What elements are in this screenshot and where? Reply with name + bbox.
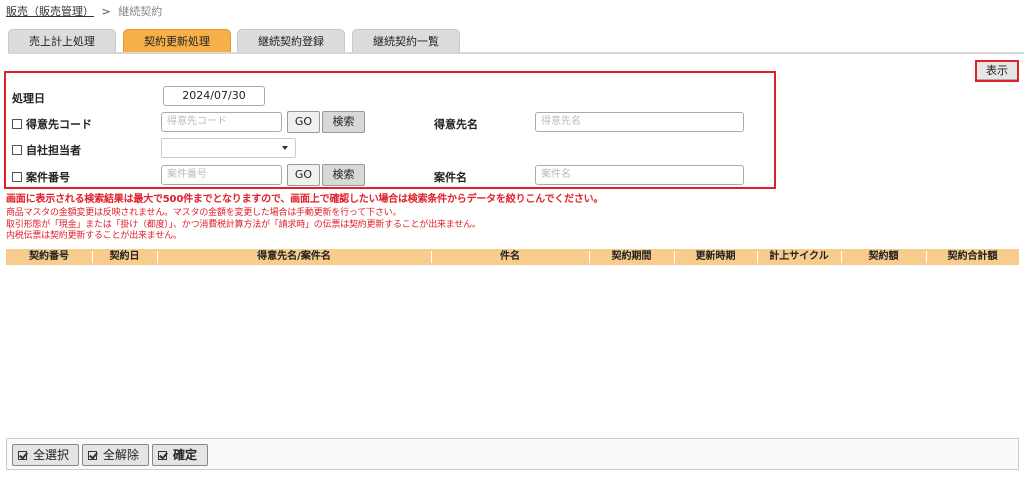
customer-name-label: 得意先名: [434, 118, 478, 131]
project-no-checkbox[interactable]: [12, 172, 22, 182]
column-header-posting-cycle: 計上サイクル: [769, 251, 829, 262]
checkbox-check-icon: [18, 451, 27, 460]
project-no-search-button[interactable]: 検索: [322, 164, 365, 186]
tab-continuous-contract-list[interactable]: 継続契約一覧: [352, 29, 460, 53]
breadcrumb-parent-link[interactable]: 販売（販売管理）: [6, 5, 94, 18]
staff-label: 自社担当者: [26, 144, 81, 157]
project-no-go-button[interactable]: GO: [287, 164, 320, 186]
customer-code-input[interactable]: 得意先コード: [161, 112, 282, 132]
tab-divider: [8, 52, 1024, 54]
note-line: 取引形態が「現金」または「掛け（都度）」、かつ消費税計算方法が「請求時」の伝票は…: [6, 219, 481, 230]
column-header-renewal-timing: 更新時期: [695, 251, 736, 262]
results-table-header: 契約番号 契約日 得意先名/案件名 件名 契約期間 更新時期 計上サイクル 契約…: [6, 249, 1019, 265]
customer-code-go-button[interactable]: GO: [287, 111, 320, 133]
staff-checkbox[interactable]: [12, 145, 22, 155]
select-all-button[interactable]: 全選択: [12, 444, 79, 466]
confirm-label: 確定: [173, 448, 198, 462]
note-line: 商品マスタの金額変更は反映されません。マスタの金額を変更した場合は手動更新を行っ…: [6, 208, 402, 218]
tab-sales-posting[interactable]: 売上計上処理: [8, 29, 116, 53]
column-header-contract-date: 契約日: [109, 251, 140, 262]
breadcrumb-separator: >: [101, 5, 111, 18]
chevron-down-icon: [282, 146, 288, 150]
staff-select[interactable]: [161, 138, 296, 158]
processing-date-input[interactable]: 2024/07/30: [163, 86, 265, 106]
staff-row-label: 自社担当者: [12, 142, 81, 158]
customer-code-label: 得意先コード: [26, 118, 92, 131]
select-all-label: 全選択: [33, 448, 70, 462]
project-name-label: 案件名: [434, 171, 467, 184]
note-line: 内税伝票は契約更新することが出来ません。: [6, 231, 182, 241]
processing-date-label: 処理日: [12, 92, 45, 105]
footer-action-bar: 全選択 全解除 確定: [6, 438, 1019, 470]
customer-code-row-label: 得意先コード: [12, 116, 92, 132]
customer-code-checkbox[interactable]: [12, 119, 22, 129]
confirm-button[interactable]: 確定: [152, 444, 208, 466]
deselect-all-button[interactable]: 全解除: [82, 444, 149, 466]
project-no-row-label: 案件番号: [12, 169, 70, 185]
customer-code-search-button[interactable]: 検索: [322, 111, 365, 133]
project-name-input[interactable]: 案件名: [535, 165, 744, 185]
result-limit-warning: 画面に表示される検索結果は最大で500件までとなりますので、画面上で確認したい場…: [6, 194, 604, 205]
column-header-contract-total: 契約合計額: [947, 251, 998, 262]
breadcrumb-current: 継続契約: [118, 5, 163, 18]
column-header-contract-amount: 契約額: [868, 251, 899, 262]
tab-continuous-contract-register[interactable]: 継続契約登録: [237, 29, 345, 53]
project-no-label: 案件番号: [26, 171, 70, 184]
column-header-subject: 件名: [500, 251, 520, 262]
display-button[interactable]: 表示: [975, 60, 1019, 82]
tab-contract-renewal[interactable]: 契約更新処理: [123, 29, 231, 53]
breadcrumb: 販売（販売管理） > 継続契約: [6, 3, 162, 19]
search-conditions-panel: 処理日 2024/07/30 得意先コード 得意先コード GO 検索 得意先名 …: [4, 71, 776, 189]
notes-block: 商品マスタの金額変更は反映されません。マスタの金額を変更した場合は手動更新を行っ…: [6, 208, 481, 243]
checkbox-check-icon: [158, 451, 167, 460]
column-header-customer-project: 得意先名/案件名: [257, 251, 331, 262]
column-header-contract-period: 契約期間: [611, 251, 652, 262]
checkbox-check-icon: [88, 451, 97, 460]
project-no-input[interactable]: 案件番号: [161, 165, 282, 185]
deselect-all-label: 全解除: [103, 448, 140, 462]
customer-name-input[interactable]: 得意先名: [535, 112, 744, 132]
column-header-contract-no: 契約番号: [29, 251, 69, 262]
